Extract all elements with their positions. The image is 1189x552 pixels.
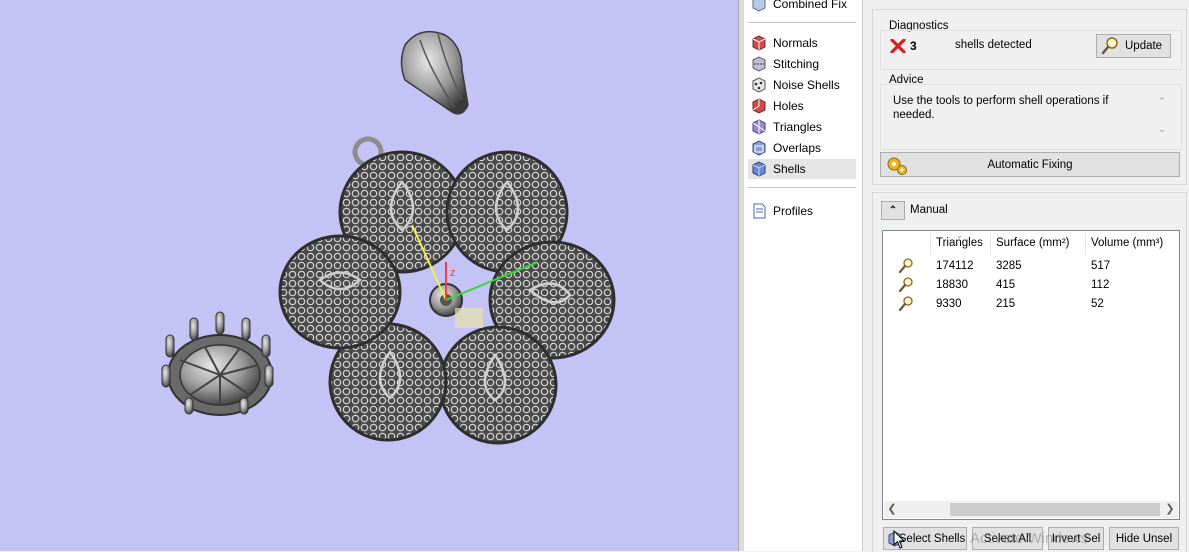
zoom-shell-icon[interactable] (897, 258, 915, 274)
select-all-label: Select All (983, 532, 1032, 545)
nav-item-holes[interactable]: Holes (748, 96, 856, 116)
3d-viewport[interactable]: z (0, 0, 738, 551)
cell-triangles: 174112 (936, 260, 974, 272)
invert-selection-button[interactable]: Invert Sel (1048, 527, 1104, 550)
nav-label: Normals (773, 36, 818, 50)
cell-volume: 112 (1091, 279, 1110, 291)
scroll-right-icon[interactable]: ❯ (1162, 501, 1178, 518)
automatic-fixing-button[interactable]: Automatic Fixing (880, 152, 1180, 177)
cell-surface: 415 (996, 279, 1016, 291)
nav-label: Holes (773, 99, 804, 113)
cell-triangles: 18830 (936, 279, 968, 291)
shells-list[interactable]: ⌄ Triangles Surface (mm²) Volume (mm³) 1… (882, 230, 1180, 520)
table-row[interactable]: 9330 215 52 (883, 295, 1173, 314)
update-button[interactable]: Update (1096, 34, 1171, 58)
automatic-fixing-label: Automatic Fixing (987, 158, 1073, 171)
advice-scrollbar[interactable]: ⌃ ⌄ (1157, 94, 1167, 136)
crown-shell (161, 311, 274, 416)
nav-label: Profiles (773, 204, 814, 218)
cell-surface: 3285 (996, 260, 1022, 272)
overlaps-cube-icon (752, 140, 766, 156)
advice-text: Use the tools to perform shell operation… (893, 95, 1109, 121)
nav-item-triangles[interactable]: Triangles (748, 117, 856, 137)
nav-item-overlaps[interactable]: Overlaps (748, 138, 856, 158)
nav-label: Overlaps (773, 141, 822, 155)
shell-count: 3 (910, 39, 917, 53)
column-separator (1085, 233, 1086, 255)
profiles-document-icon (753, 203, 766, 219)
column-header-surface[interactable]: Surface (mm²) (996, 237, 1069, 249)
update-button-label: Update (1125, 40, 1163, 52)
column-header-triangles[interactable]: Triangles (936, 237, 983, 249)
cell-surface: 215 (996, 298, 1016, 310)
red-x-icon (890, 39, 906, 53)
nav-label: Shells (773, 162, 806, 176)
manual-title: Manual (910, 204, 948, 216)
combined-fix-cube-icon (752, 0, 766, 12)
select-all-button[interactable]: Select All (972, 527, 1043, 550)
mouse-cursor-icon (893, 530, 906, 549)
nav-item-normals[interactable]: Normals (748, 33, 856, 53)
model-render[interactable]: z (0, 0, 738, 551)
nav-item-stitching[interactable]: Stitching (748, 54, 856, 74)
shells-cube-icon (752, 161, 766, 177)
horizontal-scrollbar[interactable]: ❮ ❯ (884, 501, 1178, 518)
cell-volume: 517 (1091, 260, 1111, 272)
hide-unselected-button[interactable]: Hide Unsel (1109, 527, 1179, 550)
gears-icon (887, 157, 907, 175)
z-axis-label: z (450, 267, 456, 279)
holes-cube-icon (752, 98, 766, 114)
nav-divider (748, 22, 856, 23)
collapse-manual-button[interactable]: ⌃ (881, 201, 905, 220)
magnifier-icon (1101, 37, 1118, 55)
nav-item-shells[interactable]: Shells (748, 159, 856, 179)
nav-divider (748, 187, 856, 188)
stitching-cube-icon (752, 56, 766, 72)
chevron-up-icon: ⌃ (888, 205, 898, 216)
table-row[interactable]: 174112 3285 517 (883, 257, 1173, 276)
diagnostics-status: shells detected (955, 39, 1032, 51)
nav-label: Stitching (773, 57, 820, 71)
scrollbar-thumb[interactable] (950, 503, 1160, 516)
flower-pendant-shell: z (278, 136, 616, 445)
zoom-shell-icon[interactable] (897, 277, 915, 293)
triangles-cube-icon (752, 119, 766, 135)
select-shells-label: Select Shells (898, 532, 966, 545)
nav-item-combined-fix[interactable]: Combined Fix (748, 0, 856, 14)
nav-label: Noise Shells (773, 78, 840, 92)
fix-navigation: Combined Fix Normals Stitching Noise She… (744, 0, 863, 551)
cell-volume: 52 (1091, 298, 1104, 310)
scroll-left-icon[interactable]: ❮ (884, 501, 900, 518)
bail-shell (400, 30, 469, 115)
noise-shells-cube-icon (752, 77, 766, 93)
column-separator (990, 233, 991, 255)
nav-label: Triangles (773, 120, 822, 134)
nav-item-noise-shells[interactable]: Noise Shells (748, 75, 856, 95)
zoom-shell-icon[interactable] (897, 296, 915, 312)
column-header-volume[interactable]: Volume (mm³) (1091, 237, 1163, 249)
cell-triangles: 9330 (936, 298, 962, 310)
column-separator (930, 233, 931, 255)
invert-sel-label: Invert Sel (1051, 532, 1101, 545)
nav-item-profiles[interactable]: Profiles (748, 201, 856, 221)
normals-cube-icon (752, 35, 766, 51)
table-row[interactable]: 18830 415 112 (883, 276, 1173, 295)
hide-unsel-label: Hide Unsel (1115, 532, 1173, 545)
nav-label: Combined Fix (773, 0, 848, 11)
